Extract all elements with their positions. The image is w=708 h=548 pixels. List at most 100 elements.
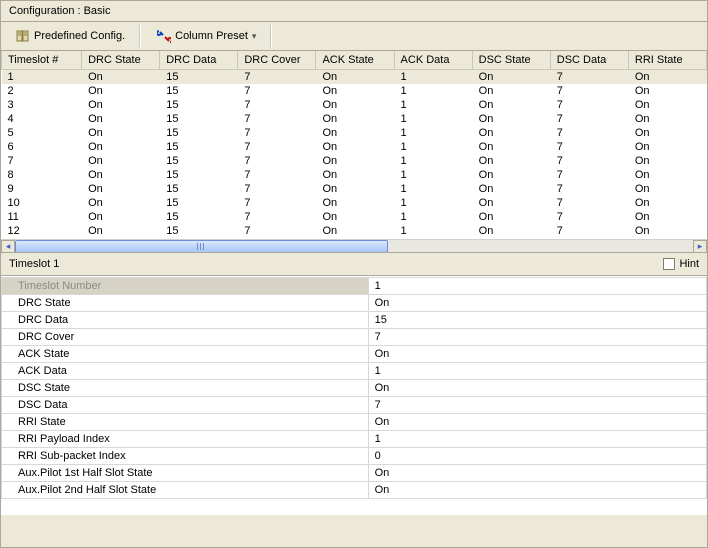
- cell[interactable]: On: [628, 210, 706, 224]
- property-row[interactable]: RRI Sub-packet Index0: [2, 448, 707, 465]
- cell[interactable]: On: [472, 182, 550, 196]
- property-row[interactable]: RRI StateOn: [2, 414, 707, 431]
- table-row[interactable]: 7On157On1On7On: [2, 154, 707, 168]
- scroll-right-button[interactable]: ▸: [693, 240, 707, 253]
- table-row[interactable]: 4On157On1On7On: [2, 112, 707, 126]
- column-header[interactable]: Timeslot #: [2, 51, 82, 70]
- cell[interactable]: On: [472, 84, 550, 98]
- cell[interactable]: On: [316, 98, 394, 112]
- cell[interactable]: 7: [238, 168, 316, 182]
- cell[interactable]: 15: [160, 196, 238, 210]
- cell[interactable]: 1: [394, 140, 472, 154]
- cell[interactable]: On: [316, 182, 394, 196]
- property-row[interactable]: ACK StateOn: [2, 346, 707, 363]
- property-value[interactable]: On: [368, 482, 706, 499]
- cell[interactable]: 15: [160, 182, 238, 196]
- scroll-left-button[interactable]: ◂: [1, 240, 15, 253]
- cell[interactable]: On: [316, 140, 394, 154]
- property-value[interactable]: On: [368, 414, 706, 431]
- cell[interactable]: On: [472, 140, 550, 154]
- table-row[interactable]: 6On157On1On7On: [2, 140, 707, 154]
- hint-checkbox[interactable]: [663, 258, 675, 270]
- cell[interactable]: 7: [550, 98, 628, 112]
- cell[interactable]: On: [628, 224, 706, 238]
- cell[interactable]: 1: [394, 154, 472, 168]
- cell[interactable]: On: [628, 98, 706, 112]
- property-value[interactable]: On: [368, 465, 706, 482]
- column-header[interactable]: DRC Cover: [238, 51, 316, 70]
- cell[interactable]: 1: [394, 70, 472, 85]
- cell[interactable]: On: [628, 168, 706, 182]
- scroll-track[interactable]: [15, 240, 693, 253]
- cell[interactable]: On: [82, 84, 160, 98]
- property-value[interactable]: 0: [368, 448, 706, 465]
- property-row[interactable]: Aux.Pilot 1st Half Slot StateOn: [2, 465, 707, 482]
- cell[interactable]: On: [82, 196, 160, 210]
- property-value[interactable]: 1: [368, 431, 706, 448]
- cell[interactable]: 15: [160, 140, 238, 154]
- cell[interactable]: On: [472, 154, 550, 168]
- cell[interactable]: On: [316, 168, 394, 182]
- cell[interactable]: 1: [394, 126, 472, 140]
- column-header[interactable]: ACK Data: [394, 51, 472, 70]
- cell[interactable]: 7: [238, 84, 316, 98]
- cell[interactable]: 7: [550, 182, 628, 196]
- cell[interactable]: 2: [2, 84, 82, 98]
- cell[interactable]: 9: [2, 182, 82, 196]
- column-preset-button[interactable]: Column Preset ▾: [148, 24, 271, 48]
- table-row[interactable]: 10On157On1On7On: [2, 196, 707, 210]
- cell[interactable]: On: [82, 126, 160, 140]
- property-value[interactable]: On: [368, 346, 706, 363]
- cell[interactable]: 7: [2, 154, 82, 168]
- cell[interactable]: On: [316, 196, 394, 210]
- cell[interactable]: On: [472, 168, 550, 182]
- property-row[interactable]: RRI Payload Index1: [2, 431, 707, 448]
- cell[interactable]: On: [472, 98, 550, 112]
- cell[interactable]: 7: [550, 224, 628, 238]
- cell[interactable]: 15: [160, 154, 238, 168]
- cell[interactable]: 1: [394, 210, 472, 224]
- cell[interactable]: On: [316, 126, 394, 140]
- cell[interactable]: 7: [550, 126, 628, 140]
- cell[interactable]: 1: [394, 224, 472, 238]
- table-row[interactable]: 11On157On1On7On: [2, 210, 707, 224]
- cell[interactable]: 7: [238, 140, 316, 154]
- cell[interactable]: On: [628, 154, 706, 168]
- property-row[interactable]: DRC Cover7: [2, 329, 707, 346]
- property-value[interactable]: 7: [368, 329, 706, 346]
- cell[interactable]: On: [628, 126, 706, 140]
- horizontal-scrollbar[interactable]: ◂ ▸: [1, 239, 707, 253]
- cell[interactable]: 7: [550, 168, 628, 182]
- table-row[interactable]: 5On157On1On7On: [2, 126, 707, 140]
- property-row[interactable]: DSC StateOn: [2, 380, 707, 397]
- cell[interactable]: On: [472, 70, 550, 85]
- column-header[interactable]: DRC State: [82, 51, 160, 70]
- cell[interactable]: On: [316, 112, 394, 126]
- cell[interactable]: 7: [238, 182, 316, 196]
- property-row[interactable]: Timeslot Number1: [2, 278, 707, 295]
- cell[interactable]: 1: [394, 168, 472, 182]
- cell[interactable]: 7: [238, 196, 316, 210]
- property-value[interactable]: 1: [368, 363, 706, 380]
- property-value[interactable]: On: [368, 295, 706, 312]
- cell[interactable]: On: [82, 70, 160, 85]
- cell[interactable]: 7: [238, 112, 316, 126]
- cell[interactable]: 7: [550, 112, 628, 126]
- cell[interactable]: On: [472, 196, 550, 210]
- column-header[interactable]: ACK State: [316, 51, 394, 70]
- table-row[interactable]: 12On157On1On7On: [2, 224, 707, 238]
- property-value[interactable]: On: [368, 380, 706, 397]
- scroll-thumb[interactable]: [15, 240, 388, 253]
- cell[interactable]: On: [628, 112, 706, 126]
- cell[interactable]: 11: [2, 210, 82, 224]
- cell[interactable]: 5: [2, 126, 82, 140]
- cell[interactable]: 15: [160, 70, 238, 85]
- cell[interactable]: 7: [550, 210, 628, 224]
- cell[interactable]: On: [82, 154, 160, 168]
- cell[interactable]: 7: [550, 140, 628, 154]
- cell[interactable]: 15: [160, 126, 238, 140]
- cell[interactable]: 7: [550, 196, 628, 210]
- cell[interactable]: On: [472, 210, 550, 224]
- cell[interactable]: 1: [394, 112, 472, 126]
- cell[interactable]: 1: [394, 196, 472, 210]
